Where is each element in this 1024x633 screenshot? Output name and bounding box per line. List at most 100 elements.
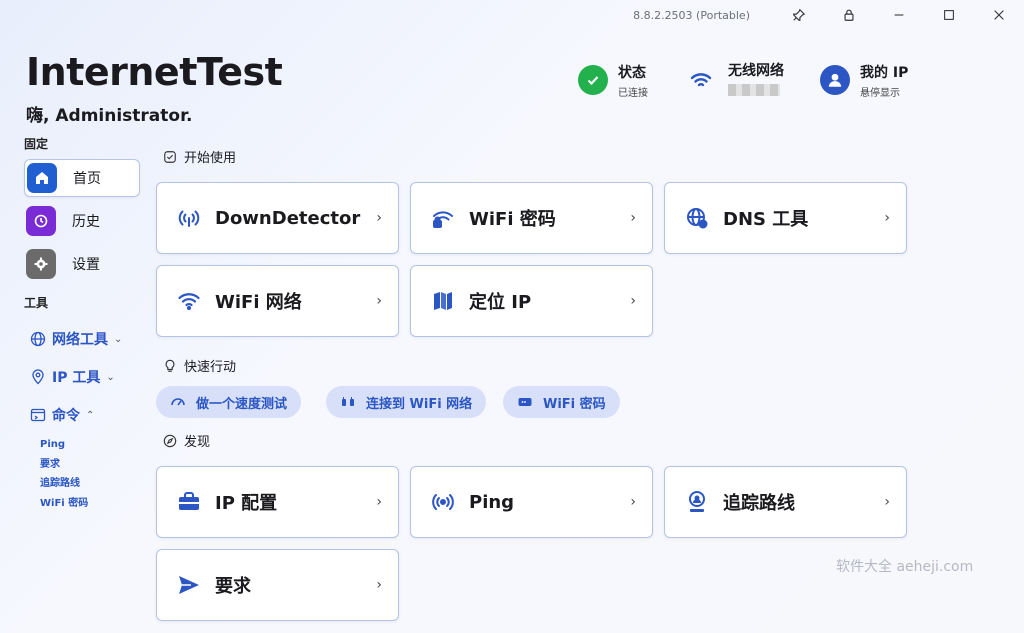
command-item-wifi-password[interactable]: WiFi 密码 [40,494,144,514]
card-label: DNS 工具 [723,209,809,230]
wifi-status: 无线网络 [684,60,784,100]
map-icon [429,287,457,315]
myip-title: 我的 IP [860,64,909,81]
chevron-down-icon: ⌄ [106,371,115,383]
wifi-title: 无线网络 [728,63,784,79]
sidebar-item-network-tools[interactable]: 网络工具 ⌄ [24,321,144,357]
section-title: 快速行动 [184,360,237,375]
wifi-icon [684,65,718,95]
wifi-icon [175,287,203,315]
toolbox-icon [175,488,203,516]
pin-button[interactable] [774,0,824,30]
command-item-request[interactable]: 要求 [40,455,144,475]
section-title: 开始使用 [184,151,237,166]
chevron-right-icon: › [376,494,382,510]
history-icon [26,206,56,236]
chevron-right-icon: › [376,577,382,593]
section-start: 开始使用 [163,147,236,166]
chevron-up-icon: ⌃ [86,409,95,421]
quick-speed-test[interactable]: 做一个速度测试 [156,386,302,418]
chevron-right-icon: › [884,210,890,226]
greeting-text: 嗨, Administrator. [26,106,193,126]
card-dns-tools[interactable]: DNS 工具 › [664,182,907,254]
minimize-button[interactable] [874,0,924,30]
minimize-icon [894,14,904,16]
myip-sub: 悬停显示 [860,87,900,99]
wifi-lock-icon [429,204,457,232]
sidebar-item-label: 历史 [72,214,100,230]
sidebar-item-commands[interactable]: 命令 ⌃ [24,397,144,433]
card-wifi-password[interactable]: WiFi 密码 › [410,182,653,254]
sidebar-item-history[interactable]: 历史 [24,202,140,240]
chevron-down-icon: ⌄ [114,333,123,345]
sidebar-item-label: 设置 [72,257,100,273]
maximize-icon [944,10,954,20]
gear-icon [26,249,56,279]
pill-label: 做一个速度测试 [196,396,288,412]
quick-connect-wifi[interactable]: 连接到 WiFi 网络 [326,386,487,418]
command-item-ping[interactable]: Ping [40,435,144,455]
person-pin-icon [683,488,711,516]
card-ip-config[interactable]: IP 配置 › [156,466,399,538]
sidebar-item-settings[interactable]: 设置 [24,245,140,283]
tool-label: 网络工具 [52,332,108,348]
card-downdetector[interactable]: DownDetector › [156,182,399,254]
section-discover: 发现 [163,431,210,450]
user-icon [820,65,850,95]
pill-label: 连接到 WiFi 网络 [366,396,473,412]
status-area: 状态 已连接 无线网络 我的 IP 悬停显示 [578,60,944,100]
lock-button[interactable] [824,0,874,30]
title-bar: 8.8.2.2503 (Portable) [633,0,1024,30]
card-label: 要求 [215,576,251,597]
home-icon [27,163,57,193]
connection-status: 状态 已连接 [578,62,648,99]
terminal-icon [30,408,46,422]
card-wifi-networks[interactable]: WiFi 网络 › [156,265,399,337]
sidebar-item-home[interactable]: 首页 [24,159,140,197]
send-icon [175,571,203,599]
pinned-heading: 固定 [24,137,49,151]
section-title: 发现 [184,435,211,450]
speedometer-icon [171,398,185,406]
maximize-button[interactable] [924,0,974,30]
lightbulb-icon [165,359,175,372]
pill-label: WiFi 密码 [543,396,606,412]
sidebar-item-label: 首页 [73,171,101,187]
chevron-right-icon: › [630,494,636,510]
checkbox-icon [164,150,176,163]
compass-icon [163,434,177,447]
location-icon [32,369,44,385]
command-item-traceroute[interactable]: 追踪路线 [40,474,144,494]
close-icon [994,10,1004,20]
password-icon [518,398,532,406]
my-ip-status[interactable]: 我的 IP 悬停显示 [820,62,908,99]
status-sub: 已连接 [618,87,648,99]
version-label: 8.8.2.2503 (Portable) [633,8,750,22]
app-title: InternetTest [26,50,283,94]
status-title: 状态 [618,64,646,81]
sidebar: 固定 首页 历史 设置 工具 网络工具 ⌄ IP 工具 ⌄ 命令 ⌃ Ping … [24,134,144,513]
sidebar-item-ip-tools[interactable]: IP 工具 ⌄ [24,359,144,395]
tool-label: IP 工具 [52,370,101,386]
plug-icon [342,397,354,406]
globe-gear-icon [683,204,711,232]
wifi-name-redacted [728,84,780,96]
card-locate-ip[interactable]: 定位 IP › [410,265,653,337]
lock-icon [844,9,854,21]
signal-icon [175,204,203,232]
card-label: 定位 IP [469,292,532,313]
close-button[interactable] [974,0,1024,30]
chevron-right-icon: › [884,494,890,510]
tools-heading: 工具 [24,296,49,310]
card-label: DownDetector [215,207,361,229]
card-request[interactable]: 要求 › [156,549,399,621]
card-ping[interactable]: Ping › [410,466,653,538]
card-label: IP 配置 [215,493,278,514]
quick-wifi-password[interactable]: WiFi 密码 [503,386,620,418]
card-traceroute[interactable]: 追踪路线 › [664,466,907,538]
card-label: Ping [469,491,515,513]
section-quick: 快速行动 [163,356,236,375]
broadcast-icon [429,488,457,516]
commands-list: Ping 要求 追踪路线 WiFi 密码 [40,435,144,513]
pin-icon [793,8,806,21]
